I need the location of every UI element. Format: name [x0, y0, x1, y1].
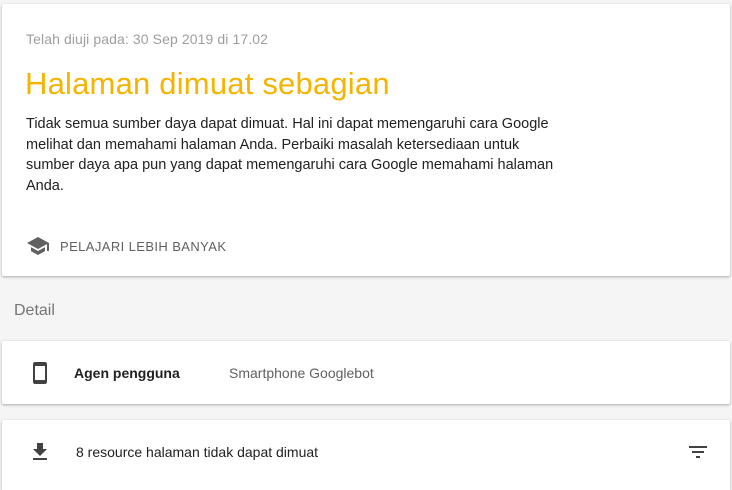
filter-icon[interactable] [686, 440, 710, 464]
page-status-title: Halaman dimuat sebagian [25, 66, 390, 101]
test-result-card: Telah diuji pada: 30 Sep 2019 di 17.02 H… [2, 4, 730, 276]
smartphone-icon [33, 361, 47, 384]
details-heading: Detail [14, 302, 55, 319]
user-agent-label: Agen pengguna [74, 364, 180, 381]
download-icon [33, 443, 47, 460]
status-description: Tidak semua sumber daya dapat dimuat. Ha… [26, 116, 554, 194]
user-agent-value: Smartphone Googlebot [229, 364, 374, 381]
learn-more-link[interactable]: PELAJARI LEBIH BANYAK [26, 230, 226, 262]
tested-timestamp: Telah diuji pada: 30 Sep 2019 di 17.02 [26, 31, 268, 47]
school-icon [27, 237, 49, 255]
learn-more-label: PELAJARI LEBIH BANYAK [60, 238, 227, 254]
user-agent-row: Agen pengguna Smartphone Googlebot [2, 341, 730, 404]
unloaded-resources-summary: 8 resource halaman tidak dapat dimuat [76, 444, 319, 460]
